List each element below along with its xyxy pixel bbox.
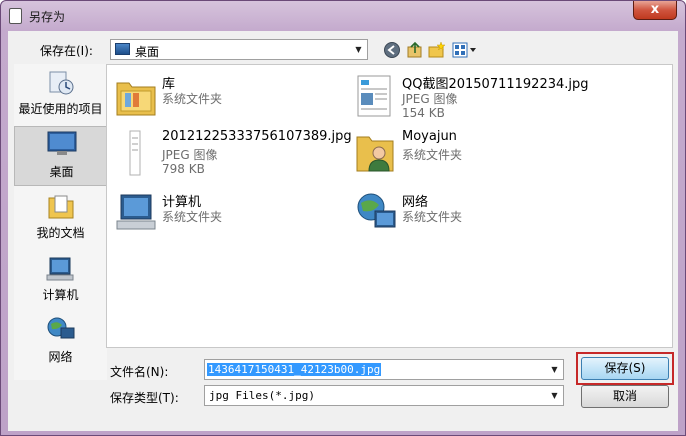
network-icon (47, 317, 75, 339)
filename-label: 文件名(N): (110, 365, 169, 379)
file-item-computer[interactable]: 计算机 系统文件夹 (115, 191, 345, 243)
title-bar[interactable]: 另存为 x (1, 1, 685, 31)
file-type: 系统文件夹 (402, 148, 463, 162)
file-type: JPEG 图像 (402, 92, 458, 106)
save-button[interactable]: 保存(S) (581, 357, 669, 380)
file-name: Moyajun (402, 129, 457, 144)
file-item-library[interactable]: 库 系统文件夹 (115, 73, 345, 125)
computer-icon (116, 194, 156, 230)
file-type: 系统文件夹 (162, 210, 223, 224)
cancel-button[interactable]: 取消 (581, 385, 669, 408)
save-as-dialog: 另存为 x 保存在(I): 桌面 ▼ 最近使用的项目 桌面 我的文档 计算机 网… (0, 0, 686, 436)
place-label: 计算机 (42, 288, 79, 302)
file-item-moyajun[interactable]: Moyajun 系统文件夹 (355, 129, 585, 181)
place-label: 桌面 (49, 165, 74, 179)
window-title: 另存为 (29, 10, 66, 24)
back-arrow-icon (384, 42, 400, 58)
place-documents[interactable]: 我的文档 (14, 190, 107, 250)
file-name: 20121225333756107389.jpg (162, 129, 352, 144)
desktop-icon (115, 43, 130, 55)
back-button[interactable] (383, 41, 401, 59)
filename-value: 1436417150431_42123b00.jpg (207, 363, 382, 376)
new-folder-icon (428, 41, 446, 58)
recent-items-icon (49, 71, 74, 95)
filetype-select[interactable]: jpg Files(*.jpg) ▼ (204, 385, 564, 406)
place-label: 最近使用的项目 (18, 102, 103, 116)
jpg-thumbnail-icon (357, 75, 391, 117)
place-label: 网络 (48, 350, 73, 364)
save-in-label: 保存在(I): (40, 44, 93, 58)
view-menu-button[interactable] (452, 41, 478, 59)
up-folder-button[interactable] (406, 41, 424, 59)
filetype-label: 保存类型(T): (110, 391, 179, 405)
file-size: 154 KB (402, 106, 445, 120)
place-label: 我的文档 (36, 226, 85, 240)
filename-input[interactable]: 1436417150431_42123b00.jpg ▼ (204, 359, 564, 380)
view-menu-icon (452, 42, 476, 58)
network-icon (357, 193, 396, 228)
file-item-network[interactable]: 网络 系统文件夹 (355, 191, 585, 243)
chevron-down-icon[interactable]: ▼ (546, 386, 563, 405)
save-in-combo[interactable]: 桌面 ▼ (110, 39, 368, 60)
computer-icon (46, 257, 74, 281)
file-size: 798 KB (162, 162, 205, 176)
new-folder-button[interactable] (428, 41, 446, 59)
documents-icon (48, 195, 74, 219)
dialog-client-area: 保存在(I): 桌面 ▼ 最近使用的项目 桌面 我的文档 计算机 网络 库 系统… (8, 31, 678, 431)
jpg-thumbnail-icon (129, 130, 141, 176)
file-item-qq-screenshot[interactable]: QQ截图20150711192234.jpg JPEG 图像 154 KB (355, 73, 589, 125)
file-type: 系统文件夹 (402, 210, 463, 224)
library-folder-icon (116, 82, 156, 116)
place-desktop[interactable]: 桌面 (14, 126, 107, 186)
save-in-value: 桌面 (135, 45, 160, 59)
chevron-down-icon[interactable]: ▼ (350, 40, 367, 59)
file-list[interactable]: 库 系统文件夹 QQ截图20150711192234.jpg JPEG 图像 1… (106, 64, 673, 348)
places-bar: 最近使用的项目 桌面 我的文档 计算机 网络 (14, 64, 107, 380)
file-type: JPEG 图像 (162, 148, 218, 162)
place-recent-items[interactable]: 最近使用的项目 (14, 66, 107, 126)
chevron-down-icon[interactable]: ▼ (546, 360, 563, 379)
close-button[interactable]: x (633, 1, 677, 20)
user-folder-icon (356, 136, 394, 172)
window-icon (9, 8, 22, 24)
up-folder-icon (407, 41, 422, 58)
file-type: 系统文件夹 (162, 92, 223, 106)
place-network[interactable]: 网络 (14, 314, 107, 374)
place-computer[interactable]: 计算机 (14, 252, 107, 312)
desktop-icon (47, 131, 77, 155)
file-item-jpg[interactable]: 20121225333756107389.jpg JPEG 图像 798 KB (115, 129, 352, 181)
filetype-value: jpg Files(*.jpg) (209, 389, 315, 402)
